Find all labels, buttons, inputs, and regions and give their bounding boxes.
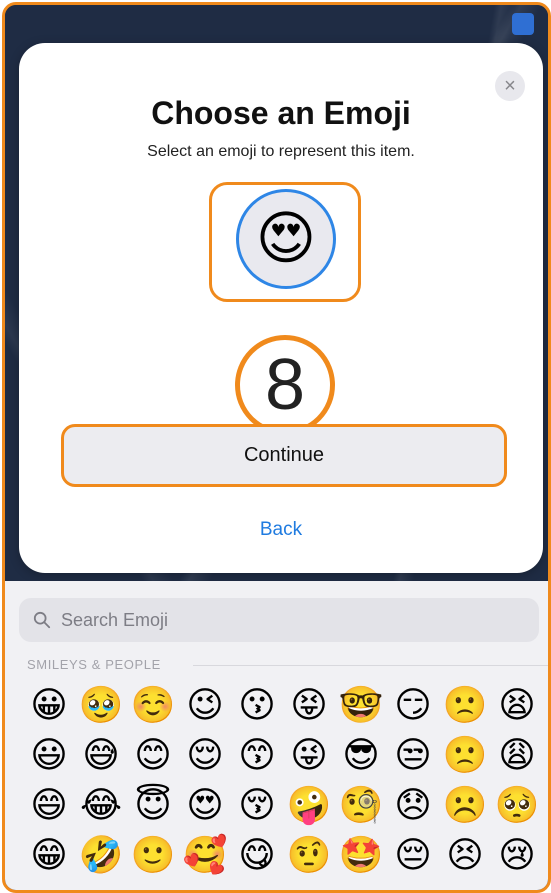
emoji-key[interactable]: 😙 [233,731,281,781]
emoji-key[interactable]: 😃 [25,731,73,781]
emoji-key[interactable]: 🙁 [441,731,489,781]
emoji-key[interactable]: 🙂 [129,831,177,881]
emoji-key[interactable]: 😞 [389,781,437,831]
emoji-key[interactable]: 😁 [25,831,73,881]
emoji-key[interactable]: 😌 [181,731,229,781]
emoji-key[interactable]: 😣 [441,831,489,881]
emoji-key[interactable]: 🥹 [77,681,125,731]
emoji-key[interactable]: 🤪 [285,781,333,831]
choose-emoji-dialog: × Choose an Emoji Select an emoji to rep… [19,43,543,573]
emoji-key[interactable]: 😊 [129,731,177,781]
screen-frame: × Choose an Emoji Select an emoji to rep… [2,2,551,893]
emoji-key[interactable]: 😋 [233,831,281,881]
search-icon [33,611,51,629]
emoji-key[interactable]: 😜 [285,731,333,781]
emoji-key[interactable]: 😝 [285,681,333,731]
back-button[interactable]: Back [19,519,543,541]
section-divider [193,665,548,666]
emoji-key[interactable]: 😒 [389,731,437,781]
emoji-key[interactable]: ☺️ [129,681,177,731]
dialog-subtitle: Select an emoji to represent this item. [147,143,415,160]
close-icon: × [504,75,516,97]
emoji-grid: 😀 🥹 ☺️ 😉 😗 😝 🤓 😏 🙁 😫 😃 😅 😊 😌 😙 😜 😎 😒 🙁 😩 😄 😂 😇 😍 😚 🤪 🧐 😞 ☹️ 🥺 😁 🤣 🙂 🥰 😋 🤨 🤩 😔… [25,681,541,881]
emoji-key[interactable]: 😩 [493,731,541,781]
emoji-key[interactable]: 😔 [389,831,437,881]
emoji-key[interactable]: 😎 [337,731,385,781]
dialog-title: Choose an Emoji [151,95,411,131]
step-number-badge: 8 [235,335,335,435]
emoji-key[interactable]: 😢 [493,831,541,881]
selected-emoji-highlight: 😍 [209,182,361,302]
emoji-key[interactable]: 🙁 [441,681,489,731]
emoji-key[interactable]: 😗 [233,681,281,731]
emoji-key[interactable]: 🥺 [493,781,541,831]
map-location-badge [512,13,534,35]
emoji-key[interactable]: 🤣 [77,831,125,881]
emoji-key[interactable]: 🧐 [337,781,385,831]
emoji-key[interactable]: ☹️ [441,781,489,831]
emoji-key[interactable]: 😫 [493,681,541,731]
section-label: SMILEYS & PEOPLE [27,657,161,672]
emoji-key[interactable]: 😚 [233,781,281,831]
emoji-key[interactable]: 😄 [25,781,73,831]
emoji-key[interactable]: 😍 [181,781,229,831]
emoji-key[interactable]: 😀 [25,681,73,731]
emoji-key[interactable]: 😅 [77,731,125,781]
emoji-key[interactable]: 🥰 [181,831,229,881]
search-emoji-field[interactable]: Search Emoji [19,598,539,642]
emoji-key[interactable]: 🤩 [337,831,385,881]
selected-emoji-button[interactable]: 😍 [236,189,336,289]
emoji-key[interactable]: 😇 [129,781,177,831]
emoji-key[interactable]: 🤨 [285,831,333,881]
continue-button[interactable]: Continue [61,424,507,487]
emoji-picker: Search Emoji SMILEYS & PEOPLE 😀 🥹 ☺️ 😉 😗 😝 🤓 😏 🙁… [5,581,548,890]
emoji-key[interactable]: 😉 [181,681,229,731]
emoji-key[interactable]: 🤓 [337,681,385,731]
emoji-key[interactable]: 😏 [389,681,437,731]
search-placeholder: Search Emoji [61,609,169,630]
emoji-key[interactable]: 😂 [77,781,125,831]
